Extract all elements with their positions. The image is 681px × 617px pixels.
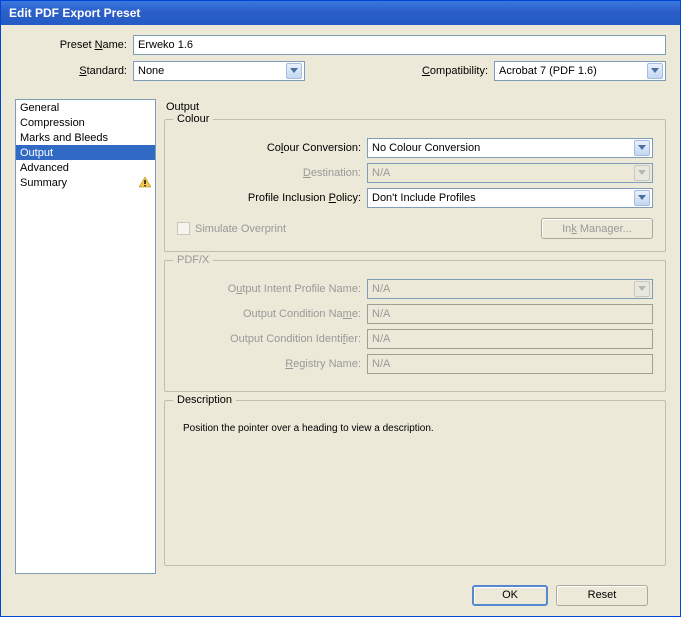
top-fields: Preset Name: Standard: None Compatibilit… — [15, 35, 666, 87]
titlebar: Edit PDF Export Preset — [1, 1, 680, 25]
compatibility-label: Compatibility: — [422, 65, 494, 77]
preset-name-label: Preset Name: — [15, 39, 133, 51]
button-bar: OK Reset — [15, 574, 666, 616]
dialog-window: Edit PDF Export Preset Preset Name: Stan… — [0, 0, 681, 617]
chevron-down-icon — [286, 63, 302, 79]
colour-conversion-select[interactable]: No Colour Conversion — [367, 138, 653, 158]
main-area: General Compression Marks and Bleeds Out… — [15, 99, 666, 574]
panel-title: Output — [164, 99, 666, 119]
settings-panel: Output Colour Colour Conversion: No Colo… — [164, 99, 666, 574]
output-condition-name-label: Output Condition Name: — [177, 308, 367, 320]
sidebar-item-general[interactable]: General — [16, 100, 155, 115]
description-legend: Description — [173, 394, 236, 406]
content-area: Preset Name: Standard: None Compatibilit… — [1, 25, 680, 616]
compatibility-value: Acrobat 7 (PDF 1.6) — [499, 65, 597, 77]
simulate-overprint-checkbox — [177, 222, 190, 235]
standard-select[interactable]: None — [133, 61, 305, 81]
output-condition-name-input: N/A — [367, 304, 653, 324]
warning-icon — [139, 177, 151, 188]
description-text: Position the pointer over a heading to v… — [177, 419, 653, 454]
simulate-overprint-label: Simulate Overprint — [195, 223, 286, 235]
chevron-down-icon — [634, 190, 650, 206]
destination-select: N/A — [367, 163, 653, 183]
sidebar-item-marks-bleeds[interactable]: Marks and Bleeds — [16, 130, 155, 145]
registry-name-input: N/A — [367, 354, 653, 374]
pdfx-group: PDF/X Output Intent Profile Name: N/A Ou… — [164, 260, 666, 392]
chevron-down-icon — [647, 63, 663, 79]
registry-name-label: Registry Name: — [177, 358, 367, 370]
colour-legend: Colour — [173, 113, 213, 125]
ink-manager-button: Ink Manager... — [541, 218, 653, 239]
ok-button[interactable]: OK — [472, 585, 548, 606]
reset-button[interactable]: Reset — [556, 585, 648, 606]
sidebar-item-output[interactable]: Output — [16, 145, 155, 160]
sidebar-item-summary[interactable]: Summary — [16, 175, 155, 190]
sidebar: General Compression Marks and Bleeds Out… — [15, 99, 156, 574]
sidebar-item-advanced[interactable]: Advanced — [16, 160, 155, 175]
profile-policy-label: Profile Inclusion Policy: — [177, 192, 367, 204]
profile-policy-select[interactable]: Don't Include Profiles — [367, 188, 653, 208]
output-intent-profile-select: N/A — [367, 279, 653, 299]
standard-label: Standard: — [15, 65, 133, 77]
standard-value: None — [138, 65, 164, 77]
chevron-down-icon — [634, 281, 650, 297]
preset-name-input[interactable] — [133, 35, 666, 55]
sidebar-item-compression[interactable]: Compression — [16, 115, 155, 130]
description-group: Description Position the pointer over a … — [164, 400, 666, 566]
output-condition-id-label: Output Condition Identifier: — [177, 333, 367, 345]
destination-label: Destination: — [177, 167, 367, 179]
output-condition-id-input: N/A — [367, 329, 653, 349]
window-title: Edit PDF Export Preset — [9, 6, 140, 20]
colour-group: Colour Colour Conversion: No Colour Conv… — [164, 119, 666, 252]
pdfx-legend: PDF/X — [173, 254, 213, 266]
output-intent-profile-label: Output Intent Profile Name: — [177, 283, 367, 295]
chevron-down-icon — [634, 165, 650, 181]
colour-conversion-label: Colour Conversion: — [177, 142, 367, 154]
chevron-down-icon — [634, 140, 650, 156]
compatibility-select[interactable]: Acrobat 7 (PDF 1.6) — [494, 61, 666, 81]
